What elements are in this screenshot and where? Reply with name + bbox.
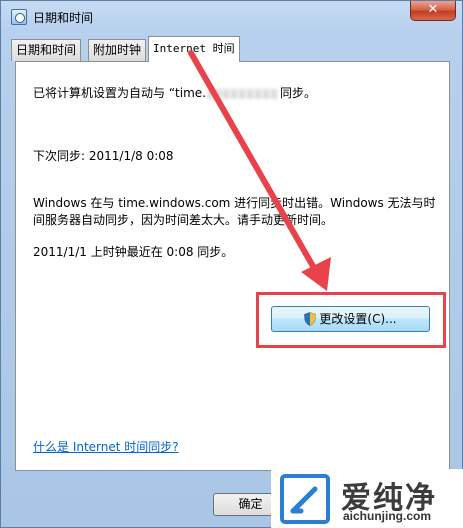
close-button[interactable]: ✕ — [410, 1, 456, 21]
sync-server-text: 已将计算机设置为自动与 “time. 同步。 — [33, 84, 316, 101]
internet-time-help-link[interactable]: 什么是 Internet 时间同步? — [33, 438, 179, 455]
tab-date-time[interactable]: 日期和时间 — [11, 39, 82, 61]
next-sync-text: 下次同步: 2011/1/8 0:08 — [33, 149, 174, 163]
last-sync-text: 2011/1/1 上时钟最近在 0:08 同步。 — [33, 245, 234, 259]
brand-logo-icon — [280, 474, 330, 524]
watermark: 爱纯净 aichunjing.com — [271, 469, 463, 528]
redacted-server-name — [207, 88, 278, 99]
date-time-dialog: 日期和时间 ✕ 日期和时间 附加时钟 Internet 时间 已将计算机设置为自… — [0, 0, 463, 528]
sync-server-prefix: 已将计算机设置为自动与 “time. — [33, 86, 206, 100]
sync-error-line-1: Windows 在与 time.windows.com 进行同步时出错。Wind… — [33, 196, 436, 210]
sync-error-line-2: 间服务器自动同步，因为时间差太大。请手动更新时间。 — [33, 213, 334, 227]
tab-internet-time[interactable]: Internet 时间 — [148, 36, 240, 62]
sync-server-suffix: 同步。 — [279, 86, 316, 100]
highlight-box — [256, 292, 446, 348]
internet-time-panel: 已将计算机设置为自动与 “time. 同步。 下次同步: 2011/1/8 0:0… — [15, 61, 450, 471]
clock-icon — [11, 9, 27, 25]
brand-url: aichunjing.com — [343, 509, 432, 523]
window-title: 日期和时间 — [33, 11, 94, 25]
title-bar[interactable]: 日期和时间 — [1, 1, 462, 33]
tab-additional-clocks[interactable]: 附加时钟 — [88, 39, 147, 61]
